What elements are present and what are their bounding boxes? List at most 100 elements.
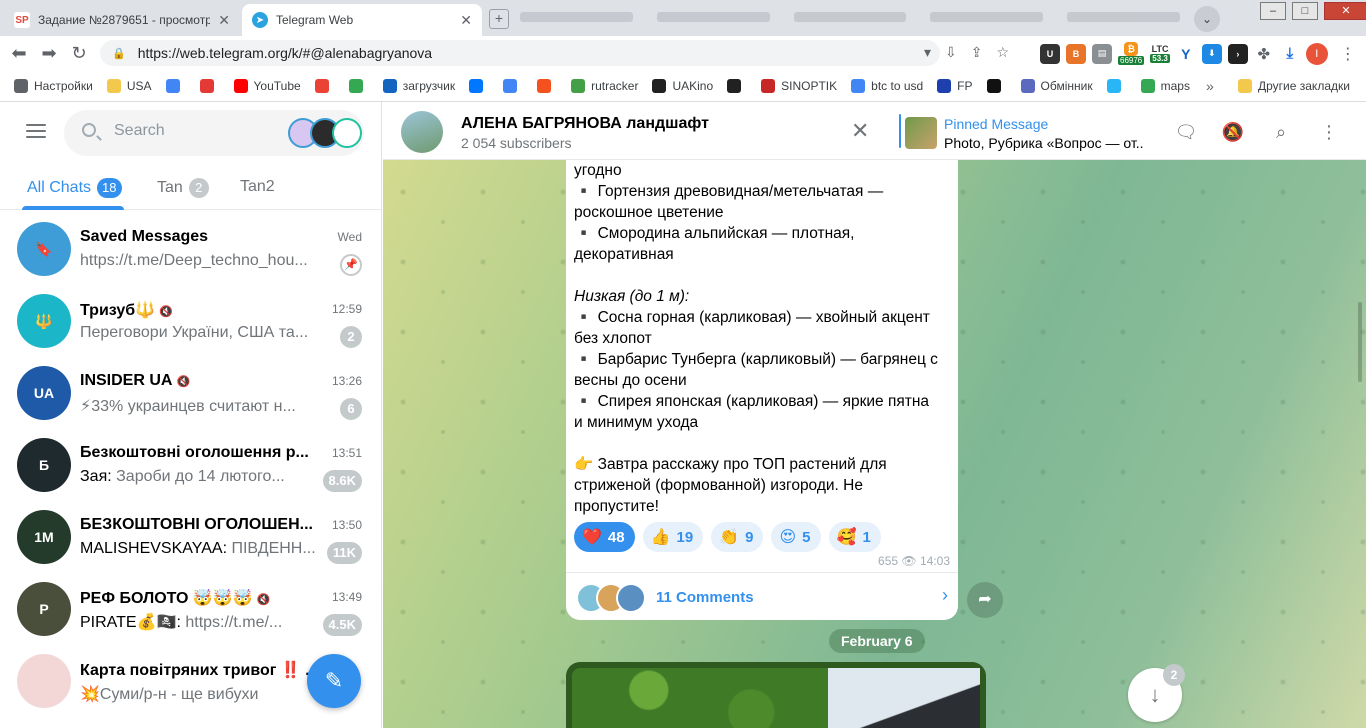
bookmark-item[interactable]: rutracker [571, 78, 638, 93]
y-extension-icon[interactable]: Y [1175, 43, 1196, 64]
mute-bell-icon[interactable]: 🔕 [1221, 120, 1245, 144]
url-text[interactable]: https://web.telegram.org/k/#@alenabagrya… [138, 45, 432, 61]
menu-icon[interactable] [26, 124, 46, 142]
bookmark-item[interactable] [348, 78, 369, 93]
chat-list-item[interactable]: 🔖 Saved Messages Wed https://t.me/Deep_tech… [0, 214, 381, 286]
browser-tab-telegram[interactable]: ➤ Telegram Web ✕ [242, 4, 482, 36]
extensions-puzzle-icon[interactable]: ✤ [1253, 43, 1274, 64]
bookmark-item[interactable]: USA [106, 78, 152, 93]
background-tabs[interactable] [520, 12, 1180, 26]
bookmark-item[interactable]: Настройки [14, 78, 93, 93]
bookmark-item[interactable]: maps [1140, 78, 1190, 93]
url-omnibox[interactable]: 🔒 https://web.telegram.org/k/#@alenabagr… [100, 40, 940, 66]
scrollbar[interactable] [1358, 302, 1362, 382]
profile-avatar[interactable]: I [1305, 42, 1328, 65]
bookmark-item[interactable] [199, 78, 220, 93]
new-message-button[interactable]: ✎ [307, 654, 361, 708]
chat-list-item[interactable]: 1M БЕЗКОШТОВНІ ОГОЛОШЕН...🔇 13:50 MALISHEVS… [0, 502, 381, 574]
stories-strip[interactable] [288, 118, 362, 148]
bookmark-item[interactable]: SINOPTIK [761, 78, 837, 93]
btc-ticker-icon[interactable]: ₿ 66976 [1118, 42, 1145, 65]
reaction-button[interactable]: 👍 19 [642, 522, 704, 552]
chat-list-item[interactable]: UA INSIDER UA 🔇 13:26 ⚡33% украинцев считают… [0, 358, 381, 430]
reaction-button[interactable]: ❤️ 48 [574, 522, 635, 552]
bookmarks-overflow-button[interactable]: » [1206, 78, 1214, 94]
search-box[interactable] [64, 110, 364, 156]
minimize-button[interactable]: – [1260, 2, 1286, 20]
chat-list-item[interactable]: Р РЕФ БОЛОТО 🤯🤯🤯 🔇 13:49 PIRATE💰🏴‍☠️: https:… [0, 574, 381, 646]
share-icon[interactable]: ⇪ [971, 44, 983, 61]
reaction-button[interactable]: 👏 9 [711, 522, 764, 552]
pinned-text[interactable]: Photo, Рубрика «Вопрос — от... [944, 135, 1144, 151]
active-tab-underline [22, 206, 124, 210]
reload-icon[interactable]: ↻ [68, 43, 90, 64]
close-window-button[interactable]: ✕ [1324, 2, 1366, 20]
reaction-button[interactable]: 😍 5 [771, 522, 821, 552]
close-icon[interactable]: ✕ [851, 118, 869, 144]
search-input[interactable] [114, 122, 284, 140]
bookmark-item[interactable]: загрузчик [382, 78, 455, 93]
bookmark-star-icon[interactable]: ☆ [997, 44, 1010, 61]
bookmark-item[interactable] [727, 78, 747, 93]
message-line: без хлопот [574, 330, 652, 347]
bookmark-item[interactable] [165, 78, 186, 93]
chat-name: Безкоштовні оголошення р...🔇 [80, 444, 309, 461]
download-helper-icon[interactable]: ⬇ [1201, 43, 1222, 64]
ublock-icon[interactable]: U [1040, 43, 1060, 64]
subscriber-count: 2 054 subscribers [461, 135, 572, 151]
photo-message[interactable] [566, 662, 986, 728]
terminal-extension-icon[interactable]: › [1227, 43, 1248, 64]
bookmark-item[interactable]: Обмінник [1020, 78, 1093, 93]
preview-author: PIRATE💰🏴‍☠️: [80, 614, 181, 631]
lock-icon[interactable]: 🔒 [112, 47, 126, 60]
bookmark-item[interactable]: YouTube [233, 78, 301, 93]
chat-preview: Зая: Зароби до 14 лютого... [80, 468, 285, 485]
close-tab-icon[interactable]: ✕ [460, 12, 472, 29]
new-tab-button[interactable]: + [489, 9, 509, 29]
pinned-title[interactable]: Pinned Message [944, 116, 1048, 132]
bookmark-item[interactable] [986, 78, 1007, 93]
tab-tan[interactable]: Tan 2 [157, 178, 209, 198]
back-icon[interactable]: ⬅ [8, 43, 30, 64]
brave-icon[interactable]: B [1066, 43, 1086, 64]
story-avatar[interactable] [332, 118, 362, 148]
search-icon[interactable]: ⌕ [1269, 120, 1293, 144]
channel-title[interactable]: АЛЕНА БАГРЯНОВА ландшафт [461, 115, 709, 133]
channel-avatar[interactable] [401, 111, 443, 153]
close-tab-icon[interactable]: ✕ [218, 12, 230, 29]
bookmark-item[interactable]: FP [937, 78, 973, 93]
bookmark-item[interactable] [314, 78, 335, 93]
forward-icon[interactable]: ➡ [38, 43, 60, 64]
more-menu-icon[interactable]: ⋮ [1317, 120, 1341, 144]
tab-all-chats[interactable]: All Chats 18 [27, 178, 122, 198]
maximize-button[interactable]: □ [1292, 2, 1318, 20]
tab-tan2[interactable]: Tan2 [240, 178, 275, 196]
chat-list-item[interactable]: 🔱 Тризуб🔱 🔇 12:59 Переговори України, США та… [0, 286, 381, 358]
bookmark-label: Настройки [34, 78, 93, 93]
chat-preview: https://t.me/Deep_techno_hou... [80, 252, 308, 269]
bookmark-item[interactable] [537, 78, 557, 93]
bookmark-item[interactable] [503, 78, 523, 93]
forward-share-button[interactable]: ➦ [967, 582, 1003, 618]
browser-menu-icon[interactable]: ⋮ [1340, 44, 1356, 64]
comments-icon[interactable]: 🗨 [1174, 120, 1198, 144]
bookmark-item[interactable] [1106, 78, 1127, 93]
ltc-ticker-icon[interactable]: LTC 53.3 [1150, 44, 1170, 63]
chat-list-item[interactable]: Б Безкоштовні оголошення р...🔇 13:51 Зая: З… [0, 430, 381, 502]
chat-list: 🔖 Saved Messages Wed https://t.me/Deep_tech… [0, 214, 381, 718]
other-bookmarks-folder[interactable]: Другие закладки [1238, 78, 1350, 93]
downloads-icon[interactable]: ⤓ [1279, 43, 1300, 64]
bookmark-item[interactable]: UAKino [652, 78, 713, 93]
install-app-icon[interactable]: ⇩ [945, 44, 957, 61]
bookmark-label: maps [1160, 78, 1190, 93]
briefcase-icon[interactable]: ▤ [1092, 43, 1112, 64]
reaction-button[interactable]: 🥰 1 [828, 522, 881, 552]
bookmark-item[interactable] [469, 78, 489, 93]
bookmark-item[interactable]: btc to usd [851, 78, 923, 93]
tab-search-button[interactable]: ⌄ [1194, 6, 1220, 32]
dropdown-icon[interactable]: ▾ [924, 44, 931, 61]
pinned-thumbnail[interactable] [905, 117, 937, 149]
browser-tab-task[interactable]: SP Задание №2879651 - просмотр з ✕ [4, 4, 240, 36]
comments-button[interactable]: 11 Comments › [566, 572, 958, 620]
message-line: 👉 Завтра расскажу про ТОП растений для [574, 456, 887, 473]
